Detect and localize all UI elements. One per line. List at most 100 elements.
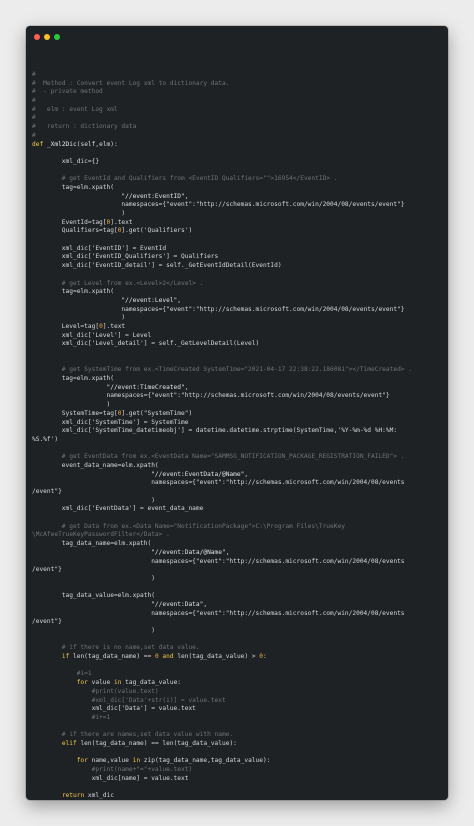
code-token: value (87, 679, 114, 687)
code-line: xml_dic['EventID_Qualifiers'] = Qualifie… (32, 253, 444, 262)
code-token: /event"} (32, 618, 62, 626)
code-line: tag_data_name=elm.xpath( (32, 540, 444, 549)
code-block: # # Method : Convert event Log xml to dic… (32, 71, 444, 800)
code-line: namespaces={"event":"http://schemas.micr… (32, 201, 444, 210)
code-token: # if there is no name,set data value. (32, 644, 200, 652)
code-line: "//event:Data", (32, 601, 444, 610)
code-line: namespaces={"event":"http://schemas.micr… (32, 558, 444, 567)
code-line: /event"} (32, 566, 444, 575)
code-token: "//event:Level", (32, 296, 182, 304)
code-line: xml_dic['SystemTime_datetimeobj'] = date… (32, 427, 444, 436)
code-token: ) (32, 574, 155, 582)
code-token: #xml_dic['Data'+str(i)] = value.text (32, 696, 226, 704)
code-line: SystemTime=tag[0].get("SystemTime") (32, 410, 444, 419)
code-token: xml_dic['SystemTime_datetimeobj'] = date… (32, 427, 398, 435)
code-line: xml_dic['Data'] = value.text (32, 705, 444, 714)
code-token: # - private method (32, 88, 103, 96)
code-token: # if there are names,set data value with… (32, 731, 234, 739)
code-line: /event"} (32, 618, 444, 627)
code-line: xml_dic['EventID'] = EventId (32, 245, 444, 254)
code-line: ) (32, 314, 444, 323)
code-line: namespaces={"event":"http://schemas.micr… (32, 306, 444, 315)
code-line: def _Xml2Dic(self,elm): (32, 141, 444, 150)
code-line: ) (32, 401, 444, 410)
code-line: "//event:Data/@Name", (32, 549, 444, 558)
code-line: ) (32, 210, 444, 219)
code-window: # # Method : Convert event Log xml to dic… (26, 26, 448, 800)
code-line: #i=1 (32, 670, 444, 679)
code-token: /event"} (32, 488, 62, 495)
code-token: tag=elm.xpath( (32, 183, 114, 191)
code-line: xml_dic={} (32, 158, 444, 167)
code-token: /event"} (32, 566, 62, 574)
code-token: # get Data from ex.<Data Name="Notificat… (32, 522, 345, 530)
code-token: in (132, 757, 141, 765)
code-line: Level=tag[0].text (32, 323, 444, 332)
code-token: xml_dic['EventID'] = EventId (32, 244, 167, 252)
code-token: ].get("SystemTime") (121, 409, 193, 417)
code-token: for (76, 679, 88, 687)
code-line: # return : dictionary data (32, 123, 444, 132)
code-line: # if there are names,set data value with… (32, 731, 444, 740)
code-token: def (32, 140, 44, 148)
code-token: ) (32, 314, 126, 322)
code-token: EventId=tag[ (32, 218, 107, 226)
code-line: "//event:TimeCreated", (32, 384, 444, 393)
code-line: namespaces={"event":"http://schemas.micr… (32, 610, 444, 619)
code-token: tag=elm.xpath( (32, 288, 114, 296)
code-token: _Xml2Dic (46, 140, 77, 148)
code-token: tag_data_value: (121, 679, 182, 687)
code-token: #i+=1 (32, 713, 111, 721)
code-token: for (76, 757, 88, 765)
code-token: xml_dic['SystemTime'] = SystemTime (32, 418, 189, 426)
code-token: return (61, 792, 85, 800)
code-line: %S.%f') (32, 436, 444, 445)
code-token: \McAfeeTrueKeyPasswordFilter</Data> . (32, 531, 170, 539)
code-line: ) (32, 575, 444, 584)
code-line: tag=elm.xpath( (32, 375, 444, 384)
code-line: #print(name+"="+value.text) (32, 766, 444, 775)
code-token: len(tag_data_value) > (173, 653, 260, 661)
code-token: xml_dic['Level_detail'] = self._GetLevel… (32, 340, 260, 348)
code-token: ) (32, 401, 111, 409)
code-token: # get EventData from ex.<EventData Name=… (32, 453, 405, 461)
code-token: ,elm): (95, 140, 118, 148)
code-token: tag_data_name=elm.xpath( (32, 540, 152, 548)
code-line: # (32, 114, 444, 123)
code-token: ) (32, 627, 155, 634)
code-token: # get SystemTime from ex.<TimeCreated Sy… (32, 366, 412, 374)
code-line: xml_dic['EventID_detail'] = self._GetEve… (32, 262, 444, 271)
code-line: tag_data_value=elm.xpath( (32, 592, 444, 601)
code-token: self (80, 140, 96, 148)
zoom-button[interactable] (54, 34, 60, 40)
code-line: # Method : Convert event Log xml to dict… (32, 80, 444, 89)
code-token: # (32, 71, 36, 78)
code-token: # get Level from ex.<Level>2</Level> . (32, 279, 204, 287)
minimize-button[interactable] (44, 34, 50, 40)
code-line: # - private method (32, 88, 444, 97)
code-line: tag=elm.xpath( (32, 184, 444, 193)
code-token: "//event:Data/@Name", (32, 548, 230, 556)
code-line: "//event:EventData/@Name", (32, 471, 444, 480)
code-token: xml_dic['Level'] = Level (32, 331, 152, 339)
code-token: #print(value.text) (32, 687, 159, 695)
code-token: xml_dic (84, 792, 114, 800)
close-button[interactable] (34, 34, 40, 40)
code-token: tag_data_value=elm.xpath( (32, 592, 155, 600)
code-line: xml_dic['SystemTime'] = SystemTime (32, 419, 444, 428)
code-token: ].text (110, 218, 133, 226)
code-token: len(tag_data_name) == (69, 653, 155, 661)
